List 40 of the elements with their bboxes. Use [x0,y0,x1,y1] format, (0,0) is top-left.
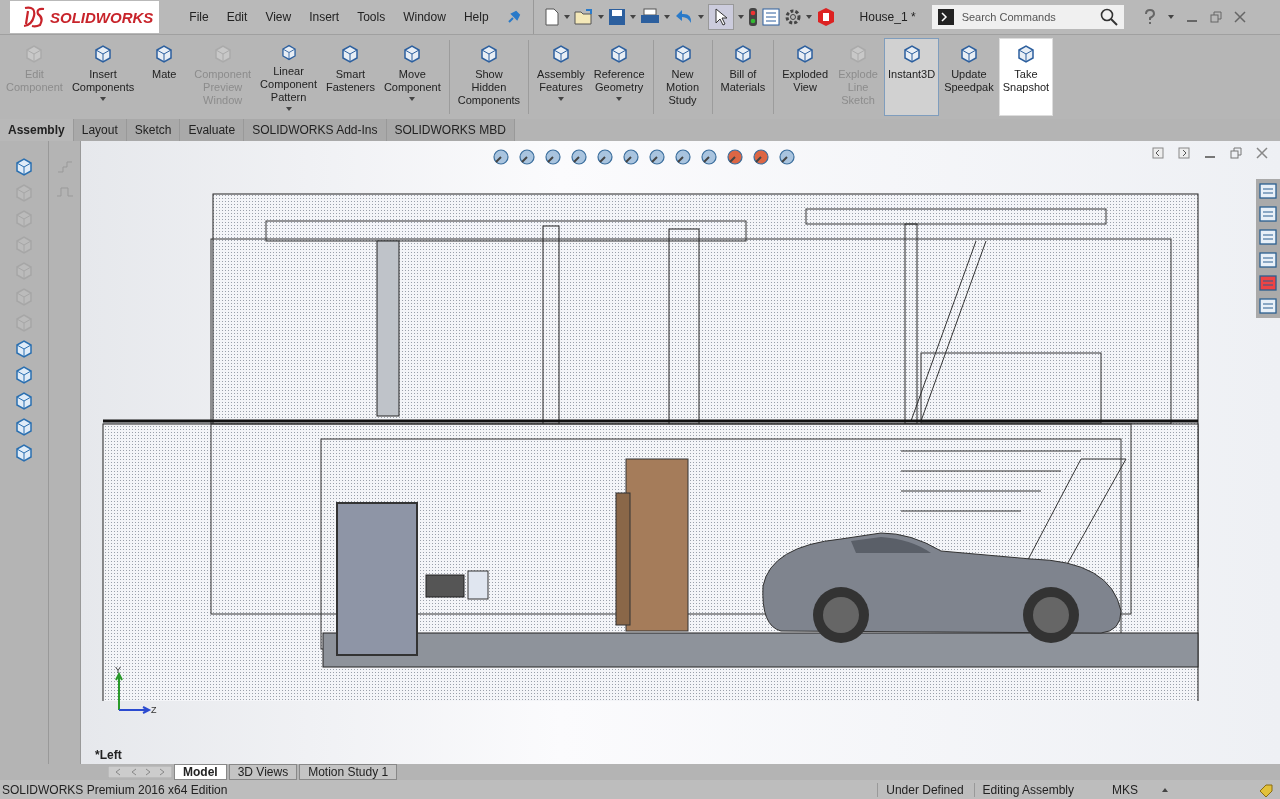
command-tab[interactable]: SOLIDWORKS Add-Ins [244,119,387,141]
menu-item[interactable]: View [265,10,292,24]
axis-label: Y [115,665,121,675]
ribbon-button[interactable]: Instant3D [884,38,940,116]
logo-text: SOLIDWORKS [50,8,154,26]
command-tab[interactable]: Layout [73,119,127,141]
edition-text: SOLIDWORKS Premium 2016 x64 Edition [2,782,228,797]
axis-label: Z [151,705,157,715]
ribbon-button[interactable]: Take Snapshot [998,38,1054,116]
ribbon-button[interactable]: Show Hidden Components [453,38,525,116]
definition-status: Under Defined [877,782,964,797]
model-tab[interactable]: Model [174,764,227,780]
menu-item[interactable]: Window [403,10,446,24]
menu-item[interactable]: File [189,10,209,24]
command-tab[interactable]: SOLIDWORKS MBD [386,119,515,141]
model-tab[interactable]: 3D Views [228,764,298,780]
search-bar[interactable]: Search Commands [931,5,1124,29]
ribbon-button[interactable]: Mate [139,38,190,116]
ribbon-button[interactable]: New Motion Study [657,38,708,116]
menu-item[interactable]: Help [463,10,489,24]
command-tab[interactable]: Assembly [0,119,74,141]
ribbon-button[interactable]: Bill of Materials [716,38,770,116]
model-tab[interactable]: Motion Study 1 [299,764,398,780]
ribbon-button[interactable]: Reference Geometry [589,38,649,116]
ribbon-button[interactable]: Linear Component Pattern [256,38,321,116]
view-name: *Left [95,748,122,762]
document-title: House_1 * [859,10,916,24]
menu-item[interactable]: Tools [357,10,386,24]
ribbon-button[interactable]: Update Speedpak [940,38,998,116]
command-tab[interactable]: Sketch [126,119,181,141]
menu-item[interactable]: Edit [226,10,248,24]
ribbon-button[interactable]: Exploded View [778,38,833,116]
mode-status: Editing Assembly [973,782,1074,797]
command-tab[interactable]: Evaluate [180,119,245,141]
ribbon-button[interactable]: Assembly Features [533,38,589,116]
ribbon-button[interactable]: Move Component [379,38,445,116]
menu-item[interactable]: Insert [309,10,340,24]
units-status[interactable]: MKS [1104,782,1152,797]
ribbon-button[interactable]: Smart Fasteners [322,38,379,116]
ribbon-button[interactable]: Insert Components [67,38,139,116]
